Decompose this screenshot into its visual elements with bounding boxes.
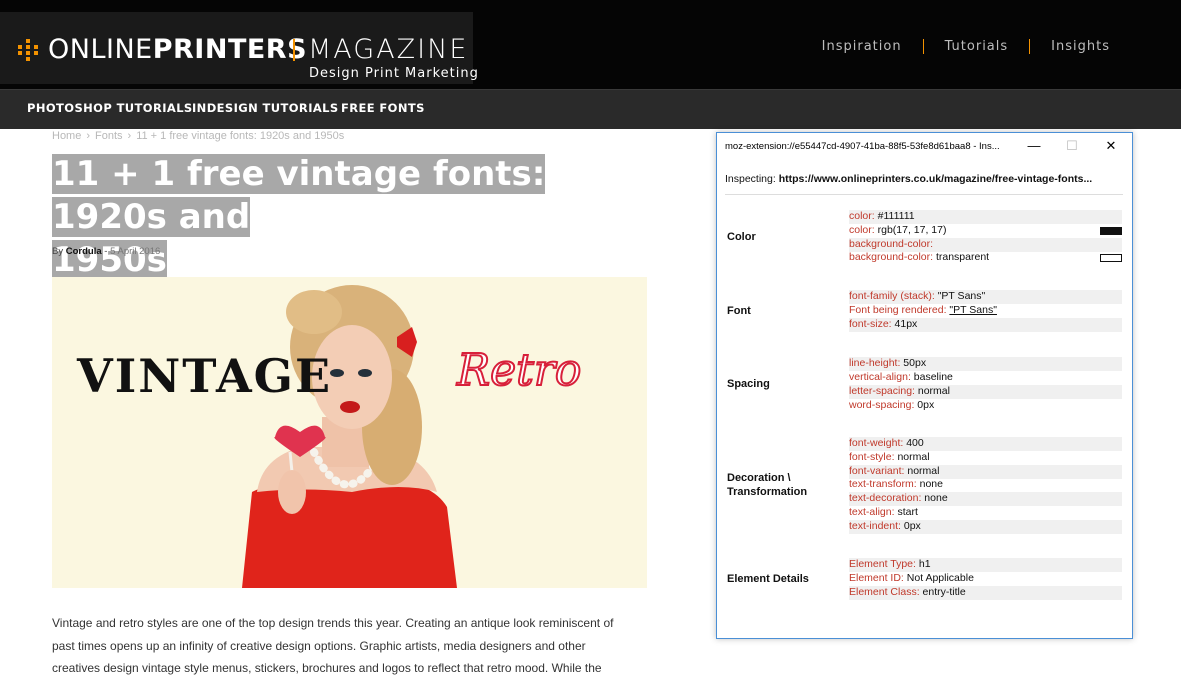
breadcrumb-current: 11 + 1 free vintage fonts: 1920s and 195…	[136, 130, 345, 142]
prop-row: word-spacing: 0px	[849, 399, 935, 411]
article-byline: By Cordula - 5 April 2016	[52, 246, 160, 257]
prop-row: text-indent: 0px	[849, 520, 1122, 534]
category-photoshop-tutorials[interactable]: PHOTOSHOP TUTORIALS	[27, 101, 193, 115]
prop-row: Element Class: entry-title	[849, 586, 1122, 600]
inspector-window: moz-extension://e55447cd-4907-41ba-88f5-…	[716, 132, 1133, 639]
prop-row: text-decoration: none	[849, 492, 1122, 506]
breadcrumb-fonts[interactable]: Fonts	[95, 130, 123, 142]
background-swatch	[1100, 254, 1122, 262]
nav-inspiration[interactable]: Inspiration	[801, 39, 923, 54]
window-divider	[725, 194, 1123, 195]
breadcrumb-home[interactable]: Home	[52, 130, 81, 142]
inspecting-url: https://www.onlineprinters.co.uk/magazin…	[778, 173, 1093, 185]
section-font-label: Font	[727, 305, 751, 317]
category-free-fonts[interactable]: FREE FONTS	[341, 101, 425, 115]
prop-row: line-height: 50px	[849, 357, 1122, 371]
section-spacing-label: Spacing	[727, 378, 770, 390]
window-titlebar[interactable]: moz-extension://e55447cd-4907-41ba-88f5-…	[717, 133, 1132, 159]
prop-row: Element ID: Not Applicable	[849, 572, 974, 584]
nav-tutorials[interactable]: Tutorials	[924, 39, 1030, 54]
prop-row: Font being rendered: "PT Sans"	[849, 304, 997, 316]
brand-divider	[293, 39, 295, 61]
title-line-1: 11 + 1 free vintage fonts: 1920s and	[52, 154, 546, 237]
site-logo[interactable]: ONLINEPRINTERS MAGAZINE Design Print Mar…	[0, 12, 478, 84]
inspecting-line: Inspecting: https://www.onlineprinters.c…	[725, 173, 1125, 185]
breadcrumb: Home › Fonts › 11 + 1 free vintage fonts: 19…	[52, 130, 344, 142]
prop-row: color: rgb(17, 17, 17)	[849, 224, 1122, 238]
category-nav: PHOTOSHOP TUTORIALS INDESIGN TUTORIALS F…	[0, 89, 1181, 129]
prop-row: font-size: 41px	[849, 318, 1122, 332]
body-line: past times opens up an infinity of creat…	[52, 638, 586, 653]
prop-row: background-color:	[849, 238, 1122, 252]
prop-row: Element Type: h1	[849, 558, 1122, 572]
prop-row: text-align: start	[849, 506, 918, 518]
site-header: ONLINEPRINTERS MAGAZINE Design Print Mar…	[0, 0, 1181, 89]
top-nav: Inspiration Tutorials Insights	[801, 39, 1131, 54]
author-link[interactable]: Cordula	[66, 246, 102, 257]
color-swatch	[1100, 227, 1122, 235]
body-line: Vintage and retro styles are one of the …	[52, 616, 614, 630]
hero-image: VINTAGE Retro	[52, 277, 647, 588]
hero-vintage-text: VINTAGE	[76, 349, 332, 403]
prop-row: background-color: transparent	[849, 251, 1122, 265]
prop-row: font-weight: 400	[849, 437, 1122, 451]
breadcrumb-separator-icon: ›	[127, 130, 132, 142]
byline-prefix: By	[52, 246, 64, 257]
prop-row: text-transform: none	[849, 478, 943, 490]
prop-row: font-style: normal	[849, 451, 930, 463]
brand-name: ONLINEPRINTERS	[48, 34, 308, 65]
section-decoration-label: Decoration \ Transformation	[727, 472, 808, 498]
hero-illustration: VINTAGE Retro	[52, 277, 647, 588]
logo-grid-icon	[18, 39, 38, 61]
prop-row: letter-spacing: normal	[849, 385, 1122, 399]
hero-retro-text: Retro	[456, 345, 581, 396]
maximize-button[interactable]: ☐	[1057, 136, 1087, 156]
prop-row: font-family (stack): "PT Sans"	[849, 290, 1122, 304]
breadcrumb-separator-icon: ›	[86, 130, 91, 142]
article-title: 11 + 1 free vintage fonts: 1920s and 1950…	[52, 153, 612, 282]
publish-date: 5 April 2016	[110, 246, 161, 257]
category-indesign-tutorials[interactable]: INDESIGN TUTORIALS	[192, 101, 339, 115]
article-body: Vintage and retro styles are one of the …	[52, 612, 652, 680]
nav-insights[interactable]: Insights	[1030, 39, 1131, 54]
close-button[interactable]: ✕	[1096, 136, 1126, 156]
body-line: creatives design vintage style menus, st…	[52, 661, 602, 675]
section-element-label: Element Details	[727, 573, 809, 585]
window-title: moz-extension://e55447cd-4907-41ba-88f5-…	[725, 141, 1000, 152]
section-color-label: Color	[727, 231, 756, 243]
inspecting-label: Inspecting:	[725, 173, 776, 185]
minimize-button[interactable]: —	[1019, 136, 1049, 156]
prop-row: color: #111111	[849, 210, 1122, 224]
prop-row: vertical-align: baseline	[849, 371, 953, 383]
brand-magazine: MAGAZINE	[308, 34, 469, 65]
prop-row: font-variant: normal	[849, 465, 1122, 479]
brand-tagline: Design Print Marketing	[309, 66, 479, 81]
